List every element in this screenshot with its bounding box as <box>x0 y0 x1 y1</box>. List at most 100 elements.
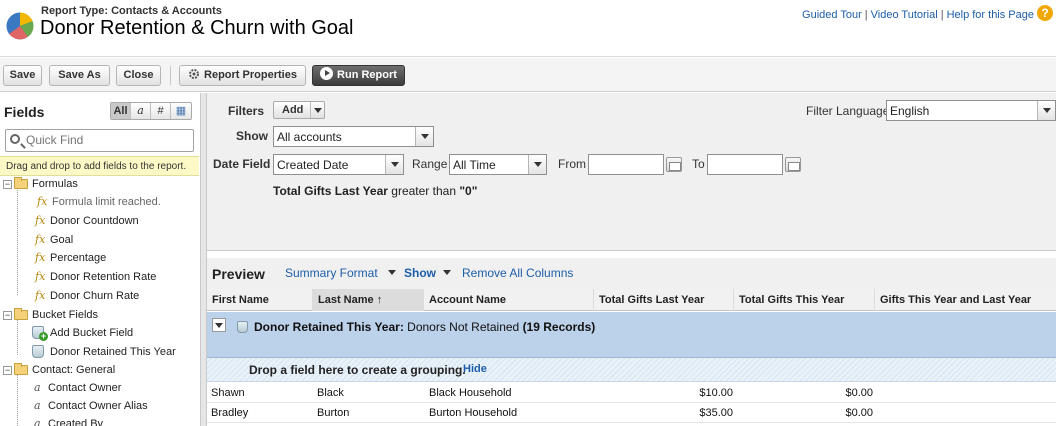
video-tutorial-link[interactable]: Video Tutorial <box>871 9 938 21</box>
group-menu-icon[interactable] <box>212 318 226 332</box>
group-field: Donor Retained This Year: <box>254 320 404 334</box>
preview-toolbar: Preview Summary Format Show Remove All C… <box>207 258 1056 290</box>
formula-icon: fx <box>37 195 48 208</box>
filter-all-button[interactable]: All <box>111 103 131 119</box>
run-report-button[interactable]: Run Report <box>312 65 405 86</box>
range-select[interactable]: All Time <box>449 154 547 175</box>
play-icon <box>320 67 334 80</box>
cell-account-name: Burton Household <box>429 407 518 419</box>
gear-icon <box>189 69 200 79</box>
chevron-down-icon[interactable] <box>310 102 324 118</box>
filter-language-label: Filter Language <box>806 104 890 118</box>
filter-date-button[interactable]: ▦ <box>171 103 191 119</box>
report-properties-button[interactable]: Report Properties <box>179 65 306 86</box>
tree-label: Contact Owner <box>48 382 122 394</box>
date-field-label: Date Field <box>213 157 271 171</box>
column-header[interactable]: Total Gifts This Year <box>734 289 875 311</box>
folder-icon <box>14 308 28 320</box>
column-header-sorted[interactable]: Last Name ↑ <box>313 289 424 311</box>
tree-label: Bucket Fields <box>32 309 99 321</box>
add-bucket-icon <box>32 326 48 341</box>
folder-icon <box>14 177 28 189</box>
filter-number-button[interactable]: # <box>151 103 171 119</box>
chevron-down-icon[interactable] <box>443 270 451 275</box>
quick-find-input[interactable] <box>26 133 186 147</box>
show-select[interactable]: All accounts <box>273 126 434 147</box>
filter-criteria[interactable]: Total Gifts Last Year greater than "0" <box>273 184 477 198</box>
grouping-drop-zone[interactable]: Drop a field here to create a grouping. … <box>207 358 1056 382</box>
column-header[interactable]: Account Name <box>424 289 594 311</box>
cell-account-name: Black Household <box>429 387 512 399</box>
folder-icon <box>14 363 28 375</box>
save-as-button[interactable]: Save As <box>49 65 110 86</box>
tree-line <box>17 315 18 355</box>
show-dropdown[interactable]: Show <box>404 266 436 280</box>
text-field-icon: a <box>34 417 41 426</box>
help-page-link[interactable]: Help for this Page <box>947 9 1034 21</box>
column-header[interactable]: Gifts This Year and Last Year <box>875 289 1056 311</box>
filter-language-select[interactable]: English <box>886 100 1056 121</box>
bucket-icon <box>237 321 248 333</box>
summary-format-dropdown[interactable]: Summary Format <box>285 266 378 280</box>
preview-section: Preview Summary Format Show Remove All C… <box>207 252 1056 426</box>
tree-label: Donor Retained This Year <box>50 346 176 358</box>
cell-last-name: Black <box>317 387 344 399</box>
from-label: From <box>558 157 586 171</box>
save-button[interactable]: Save <box>3 65 42 86</box>
chevron-down-icon[interactable] <box>388 270 396 275</box>
tree-label: Add Bucket Field <box>50 327 134 339</box>
quick-find-field[interactable] <box>5 129 194 152</box>
formula-icon: fx <box>35 251 46 264</box>
column-header-row: First Name Last Name ↑ Account Name Tota… <box>207 289 1056 311</box>
column-header[interactable]: Total Gifts Last Year <box>594 289 734 311</box>
preview-title: Preview <box>212 266 265 282</box>
remove-all-columns-link[interactable]: Remove All Columns <box>462 266 573 280</box>
to-label: To <box>692 157 705 171</box>
group-summary: Donor Retained This Year: Donors Not Ret… <box>254 320 595 334</box>
show-value: All accounts <box>277 130 342 144</box>
help-icon[interactable]: ? <box>1037 5 1053 21</box>
add-filter-button[interactable]: Add <box>273 101 325 119</box>
cell-total-gifts-this-year: $0.00 <box>845 407 873 419</box>
tree-label: Formulas <box>32 178 78 190</box>
link-separator: | <box>940 9 944 21</box>
tree-label: Donor Countdown <box>50 215 139 227</box>
filter-text-button[interactable]: a <box>131 103 151 119</box>
cell-total-gifts-this-year: $0.00 <box>845 387 873 399</box>
calendar-icon[interactable] <box>785 157 801 172</box>
tree-label: Contact Owner Alias <box>48 400 148 412</box>
collapse-icon[interactable]: − <box>3 180 12 189</box>
date-field-select[interactable]: Created Date <box>273 154 404 175</box>
collapse-icon[interactable]: − <box>3 366 12 375</box>
table-row: Bradley Burton Burton Household $35.00 $… <box>207 403 1056 423</box>
text-field-icon: a <box>34 381 41 394</box>
chevron-down-icon <box>1037 101 1055 120</box>
add-filter-label: Add <box>282 104 304 116</box>
chevron-down-icon <box>415 127 433 146</box>
field-type-filter: All a # ▦ <box>110 102 192 120</box>
fields-title: Fields <box>4 104 45 120</box>
run-report-label: Run Report <box>337 69 397 81</box>
calendar-icon[interactable] <box>666 157 682 172</box>
drop-hint: Drop a field here to create a grouping. <box>249 363 466 377</box>
filter-operator: greater than <box>391 184 456 198</box>
range-label: Range <box>412 157 448 171</box>
table-row: Shawn Black Black Household $10.00 $0.00 <box>207 383 1056 403</box>
collapse-icon[interactable]: − <box>3 311 12 320</box>
page-header: Report Type: Contacts & Accounts Donor R… <box>0 0 1056 57</box>
from-date-input[interactable] <box>588 154 664 175</box>
chevron-down-icon <box>385 155 403 174</box>
cell-total-gifts-last-year: $35.00 <box>699 407 733 419</box>
chevron-down-icon <box>528 155 546 174</box>
tree-label: Donor Churn Rate <box>50 290 140 302</box>
fields-panel: Fields All a # ▦ Drag and drop to add fi… <box>0 93 201 426</box>
guided-tour-link[interactable]: Guided Tour <box>802 9 862 21</box>
close-button[interactable]: Close <box>116 65 161 86</box>
tree-line <box>17 370 18 426</box>
hide-link[interactable]: Hide <box>463 363 487 375</box>
report-properties-label: Report Properties <box>204 69 297 81</box>
text-field-icon: a <box>34 399 41 412</box>
formula-icon: fx <box>35 233 46 246</box>
to-date-input[interactable] <box>707 154 783 175</box>
column-header[interactable]: First Name <box>207 289 313 311</box>
